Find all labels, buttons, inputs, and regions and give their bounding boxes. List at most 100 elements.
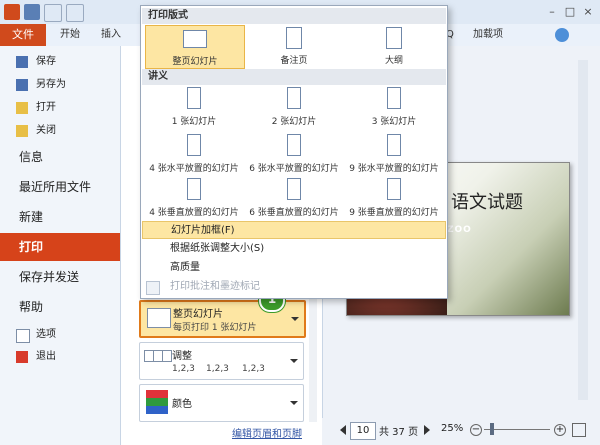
nav-save-send[interactable]: 保存并发送 — [0, 263, 120, 291]
handout-3-icon — [387, 87, 401, 109]
handout-6h-icon — [287, 134, 301, 156]
save-as-icon — [16, 79, 28, 91]
handout-6v-icon — [287, 178, 301, 200]
maximize-icon[interactable]: □ — [562, 5, 578, 19]
handout-option-1[interactable]: 1 张幻灯片 — [145, 87, 243, 129]
handout-option-label: 9 张垂直放置的幻灯片 — [349, 208, 439, 218]
zoom-in-icon[interactable]: + — [554, 424, 566, 436]
handout-option-6h[interactable]: 6 张水平放置的幻灯片 — [245, 134, 343, 176]
nav-save-as[interactable]: 另存为 — [0, 74, 120, 96]
nav-print[interactable]: 打印 — [0, 233, 120, 261]
full-slide-icon — [183, 30, 207, 48]
nav-close-label: 关闭 — [36, 125, 56, 136]
handouts-section-header: 讲义 — [142, 69, 446, 85]
nav-help[interactable]: 帮助 — [0, 293, 120, 321]
close-window-icon[interactable]: × — [580, 5, 596, 19]
minimize-icon[interactable]: – — [544, 5, 560, 19]
scale-to-fit-item[interactable]: 根据纸张调整大小(S) — [142, 240, 446, 258]
total-pages: 共 37 页 — [379, 427, 419, 438]
handout-option-6v[interactable]: 6 张垂直放置的幻灯片 — [245, 178, 343, 220]
save-quick-icon[interactable] — [24, 4, 40, 20]
nav-options[interactable]: 选项 — [0, 324, 120, 346]
collate-setting-button[interactable]: 调整 1,2,3 1,2,3 1,2,3 — [139, 342, 304, 380]
edit-header-footer-link[interactable]: 编辑页眉和页脚 — [232, 425, 302, 440]
handout-option-2[interactable]: 2 张幻灯片 — [245, 87, 343, 129]
nav-exit[interactable]: 退出 — [0, 346, 120, 368]
handout-option-label: 1 张幻灯片 — [171, 117, 217, 127]
nav-recent[interactable]: 最近所用文件 — [0, 173, 120, 201]
zoom-slider-thumb[interactable] — [490, 423, 494, 435]
tab-insert[interactable]: 插入 — [101, 24, 121, 46]
full-slide-icon — [147, 308, 171, 328]
chevron-down-icon — [290, 359, 298, 363]
preview-scrollbar[interactable] — [578, 60, 588, 400]
nav-save-label: 保存 — [36, 56, 56, 67]
fit-to-window-icon[interactable] — [572, 423, 586, 437]
layout-option-notes[interactable]: 备注页 — [245, 25, 343, 67]
tab-home[interactable]: 开始 — [60, 24, 80, 46]
print-comments-item: 打印批注和墨迹标记 — [170, 281, 260, 292]
handout-9h-icon — [387, 134, 401, 156]
handout-option-label: 6 张水平放置的幻灯片 — [249, 164, 339, 174]
handout-option-3[interactable]: 3 张幻灯片 — [345, 87, 443, 129]
color-icon — [146, 390, 168, 414]
handout-option-label: 3 张幻灯片 — [371, 117, 417, 127]
layout-option-outline[interactable]: 大纲 — [345, 25, 443, 67]
layout-option-label: 整页幻灯片 — [172, 57, 218, 67]
handout-2-icon — [287, 87, 301, 109]
nav-open[interactable]: 打开 — [0, 97, 120, 119]
handout-4h-icon — [187, 134, 201, 156]
handout-1-icon — [187, 87, 201, 109]
backstage-nav: 保存 另存为 打开 关闭 信息 最近所用文件 新建 打印 保存并发送 帮助 选项… — [0, 46, 121, 445]
nav-save[interactable]: 保存 — [0, 51, 120, 73]
color-setting-button[interactable]: 颜色 — [139, 384, 304, 422]
redo-icon[interactable] — [66, 4, 84, 22]
collate-seq-3: 1,2,3 — [242, 364, 265, 374]
zoom-level: 25% — [441, 423, 464, 434]
tab-file[interactable]: 文件 — [0, 24, 46, 46]
collate-seq-1: 1,2,3 — [172, 364, 195, 374]
layout-setting-sub: 每页打印 1 张幻灯片 — [173, 323, 257, 333]
zoom-out-icon[interactable]: − — [470, 424, 482, 436]
close-folder-icon — [16, 125, 28, 137]
handout-option-4h[interactable]: 4 张水平放置的幻灯片 — [145, 134, 243, 176]
color-title: 颜色 — [172, 399, 192, 410]
preview-status-bar: 10 共 37 页 25% − + — [322, 418, 600, 445]
help-icon[interactable] — [555, 28, 569, 42]
handout-option-9v[interactable]: 9 张垂直放置的幻灯片 — [345, 178, 443, 220]
page-number-input[interactable]: 10 — [350, 422, 376, 440]
collate-title: 调整 — [172, 351, 192, 362]
handout-option-9h[interactable]: 9 张水平放置的幻灯片 — [345, 134, 443, 176]
frame-slides-item[interactable]: 幻灯片加框(F) — [142, 221, 446, 239]
nav-close[interactable]: 关闭 — [0, 120, 120, 142]
nav-save-as-label: 另存为 — [36, 79, 66, 90]
prev-page-icon[interactable] — [340, 425, 346, 435]
print-layout-dropdown: 打印版式 整页幻灯片 备注页 大纲 讲义 1 张幻灯片 2 张幻灯片 3 张幻灯… — [140, 5, 448, 299]
handout-option-label: 2 张幻灯片 — [271, 117, 317, 127]
nav-options-label: 选项 — [36, 329, 56, 340]
tab-addins[interactable]: 加载项 — [473, 24, 503, 46]
handout-option-4v[interactable]: 4 张垂直放置的幻灯片 — [145, 178, 243, 220]
layout-setting-title: 整页幻灯片 — [173, 309, 223, 320]
save-icon — [16, 56, 28, 68]
nav-new[interactable]: 新建 — [0, 203, 120, 231]
handout-4v-icon — [187, 178, 201, 200]
chevron-down-icon — [290, 401, 298, 405]
handout-option-label: 9 张水平放置的幻灯片 — [349, 164, 439, 174]
powerpoint-logo-icon — [4, 4, 20, 20]
handout-option-label: 6 张垂直放置的幻灯片 — [249, 208, 339, 218]
outline-icon — [386, 27, 402, 49]
high-quality-item[interactable]: 高质量 — [142, 259, 446, 277]
undo-icon[interactable] — [44, 4, 62, 22]
nav-info[interactable]: 信息 — [0, 143, 120, 171]
next-page-icon[interactable] — [424, 425, 430, 435]
handout-option-label: 4 张水平放置的幻灯片 — [149, 164, 239, 174]
layout-option-label: 大纲 — [384, 56, 403, 66]
layout-option-label: 备注页 — [280, 56, 308, 66]
layout-option-full-slide[interactable]: 整页幻灯片 — [145, 25, 245, 69]
handout-option-label: 4 张垂直放置的幻灯片 — [149, 208, 239, 218]
handout-9v-icon — [387, 178, 401, 200]
nav-open-label: 打开 — [36, 102, 56, 113]
exit-icon — [16, 351, 28, 363]
options-icon — [16, 329, 30, 343]
